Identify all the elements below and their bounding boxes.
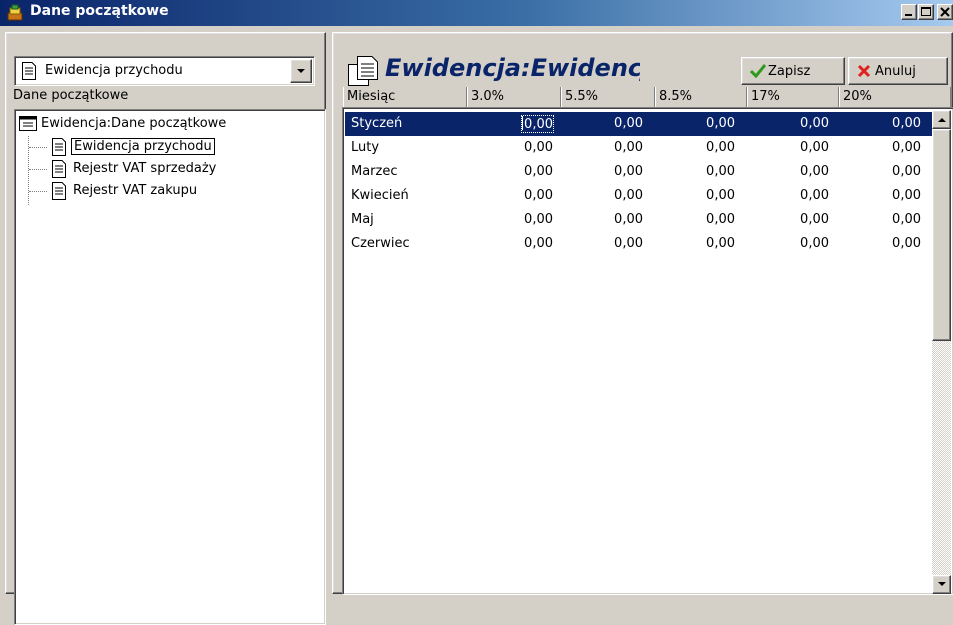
value-cell[interactable]: 0,00: [614, 188, 643, 203]
value-cell[interactable]: 0,00: [524, 140, 553, 155]
column-header-8-5[interactable]: 8.5%: [655, 87, 747, 107]
cell-value: 0,00: [524, 117, 553, 132]
column-header-3-0[interactable]: 3.0%: [467, 87, 561, 107]
value-cell[interactable]: 0,00: [800, 188, 829, 203]
month-cell[interactable]: Marzec: [351, 164, 398, 179]
table-row[interactable]: Czerwiec 0,00 0,00 0,00 0,00 0,00: [345, 232, 933, 256]
value-cell[interactable]: 0,00: [706, 212, 735, 227]
month-cell[interactable]: Kwiecień: [351, 188, 409, 203]
column-header-17[interactable]: 17%: [747, 87, 839, 107]
table-row[interactable]: Luty 0,00 0,00 0,00 0,00 0,00: [345, 136, 933, 160]
combo-dropdown-button[interactable]: [290, 59, 312, 83]
value-cell[interactable]: 0,00: [892, 212, 921, 227]
register-combobox[interactable]: Ewidencja przychodu: [14, 56, 315, 86]
cancel-button-label: Anuluj: [875, 64, 916, 79]
maximize-button[interactable]: [918, 4, 934, 20]
text-caret: [522, 116, 524, 130]
folder-list-icon: [19, 116, 37, 131]
app-icon: [7, 4, 23, 21]
value-cell[interactable]: 0,00: [524, 236, 553, 251]
table-row[interactable]: Kwiecień 0,00 0,00 0,00 0,00 0,00: [345, 184, 933, 208]
table-row[interactable]: Maj 0,00 0,00 0,00 0,00 0,00: [345, 208, 933, 232]
value-cell[interactable]: 0,00: [706, 236, 735, 251]
value-cell[interactable]: 0,00: [892, 116, 921, 131]
scroll-thumb[interactable]: [932, 129, 951, 341]
value-cell[interactable]: 0,00: [521, 115, 554, 133]
tree-view[interactable]: Ewidencja:Dane początkowe Ewidencja przy…: [14, 109, 326, 625]
scroll-down-button[interactable]: [932, 575, 951, 594]
close-icon: [857, 64, 871, 78]
save-button-label: Zapisz: [768, 64, 811, 79]
arrow-down-icon: [938, 582, 946, 586]
value-cell[interactable]: 0,00: [524, 212, 553, 227]
value-cell[interactable]: 0,00: [800, 164, 829, 179]
document-icon: [52, 138, 66, 156]
window-title: Dane początkowe: [30, 3, 169, 19]
value-cell[interactable]: 0,00: [800, 212, 829, 227]
table-header: Miesiąc 3.0% 5.5% 8.5% 17% 20%: [343, 87, 953, 107]
vertical-scrollbar[interactable]: [932, 110, 951, 594]
column-header-month[interactable]: Miesiąc: [343, 87, 467, 107]
left-panel: Ewidencja przychodu Dane początkowe Ewid…: [5, 32, 326, 625]
month-cell[interactable]: Maj: [351, 212, 374, 227]
document-icon: [52, 160, 66, 178]
month-cell[interactable]: Czerwiec: [351, 236, 410, 251]
save-button[interactable]: Zapisz: [741, 57, 845, 85]
value-cell[interactable]: 0,00: [614, 140, 643, 155]
value-cell[interactable]: 0,00: [800, 116, 829, 131]
table-row[interactable]: Styczeń 0,00 0,00 0,00 0,00 0,00: [345, 112, 933, 136]
close-icon: [940, 7, 950, 17]
value-cell[interactable]: 0,00: [614, 212, 643, 227]
tree-root-label: Ewidencja:Dane początkowe: [41, 116, 227, 131]
data-grid[interactable]: Styczeń 0,00 0,00 0,00 0,00 0,00 Luty 0,00 0,00 0…: [342, 107, 953, 595]
section-label: Dane początkowe: [13, 88, 129, 103]
value-cell[interactable]: 0,00: [892, 236, 921, 251]
minimize-button[interactable]: [901, 4, 917, 20]
column-header-20[interactable]: 20%: [839, 87, 951, 107]
page-title: Ewidencja:Ewidencja przychodu: [385, 54, 640, 82]
value-cell[interactable]: 0,00: [892, 140, 921, 155]
tree-item-label: Rejestr VAT sprzedaży: [73, 161, 217, 176]
value-cell[interactable]: 0,00: [614, 116, 643, 131]
title-bar[interactable]: Dane początkowe: [0, 0, 953, 26]
value-cell[interactable]: 0,00: [524, 188, 553, 203]
value-cell[interactable]: 0,00: [614, 236, 643, 251]
month-cell[interactable]: Luty: [351, 140, 379, 155]
value-cell[interactable]: 0,00: [706, 116, 735, 131]
value-cell[interactable]: 0,00: [614, 164, 643, 179]
chevron-down-icon: [297, 69, 305, 73]
value-cell[interactable]: 0,00: [524, 164, 553, 179]
checkmark-icon: [750, 64, 766, 78]
cancel-button[interactable]: Anuluj: [848, 57, 948, 85]
value-cell[interactable]: 0,00: [800, 236, 829, 251]
value-cell[interactable]: 0,00: [706, 164, 735, 179]
tree-item-label: Rejestr VAT zakupu: [73, 183, 198, 198]
minimize-icon: [905, 14, 912, 16]
value-cell[interactable]: 0,00: [706, 140, 735, 155]
table-row[interactable]: Marzec 0,00 0,00 0,00 0,00 0,00: [345, 160, 933, 184]
value-cell[interactable]: 0,00: [706, 188, 735, 203]
value-cell[interactable]: 0,00: [800, 140, 829, 155]
document-large-icon: [348, 56, 378, 86]
arrow-up-icon: [938, 118, 946, 122]
value-cell[interactable]: 0,00: [892, 188, 921, 203]
app-window: Dane początkowe Ewidencja przychodu Dane…: [0, 0, 953, 625]
close-button[interactable]: [937, 4, 953, 20]
right-panel: Ewidencja:Ewidencja przychodu Zapisz Anu…: [332, 32, 953, 595]
document-icon: [22, 62, 36, 80]
column-header-5-5[interactable]: 5.5%: [561, 87, 655, 107]
month-cell[interactable]: Styczeń: [351, 116, 402, 131]
tree-item-label: Ewidencja przychodu: [71, 138, 215, 155]
combo-value: Ewidencja przychodu: [45, 63, 183, 78]
scroll-up-button[interactable]: [932, 110, 951, 129]
document-icon: [52, 182, 66, 200]
value-cell[interactable]: 0,00: [892, 164, 921, 179]
maximize-icon: [921, 7, 931, 16]
